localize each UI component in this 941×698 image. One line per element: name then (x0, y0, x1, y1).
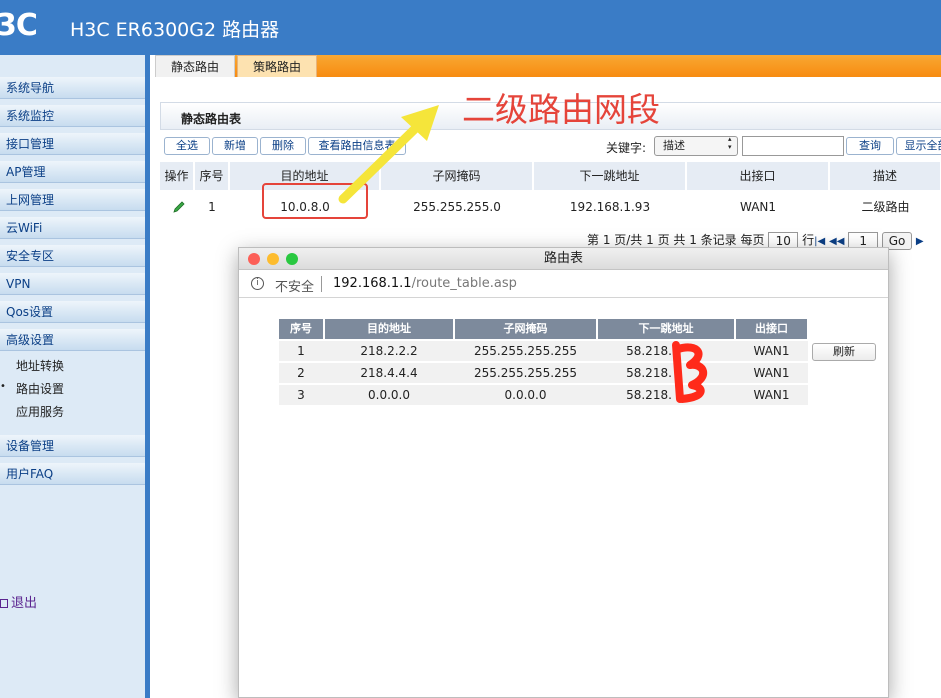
delete-button[interactable]: 删除 (260, 137, 306, 155)
sidebar-sub-routing[interactable]: 路由设置 (16, 380, 64, 397)
col-header-nexthop: 下一跳地址 (534, 162, 686, 190)
annotation-label: 二级路由网段 (462, 90, 660, 129)
annotation-arrow-icon (338, 105, 439, 204)
product-title: H3C ER6300G2 路由器 (70, 19, 280, 41)
maximize-window-icon[interactable] (286, 253, 298, 265)
col-header-action: 操作 (160, 162, 194, 190)
tab-bar: 静态路由 策略路由 (155, 55, 941, 77)
sidebar-item-qos[interactable]: Qos设置 (0, 301, 145, 323)
url-host: 192.168.1.1 (333, 276, 412, 291)
popup-col-nexthop: 下一跳地址 (598, 319, 734, 339)
address-bar[interactable]: i 不安全 192.168.1.1/route_table.asp (239, 271, 888, 298)
sidebar-sub-app-service[interactable]: 应用服务 (16, 403, 64, 420)
popup-cell: 0.0.0.0 (368, 388, 410, 402)
first-page-icon[interactable]: |◀ (814, 236, 825, 247)
popup-titlebar: 路由表 (239, 248, 888, 270)
exit-label: 退出 (11, 596, 38, 611)
url-separator (321, 276, 322, 292)
popup-cell: 1 (297, 344, 305, 358)
table-title: 静态路由表 (181, 112, 242, 126)
app-header: 3C H3C ER6300G2 路由器 (0, 0, 941, 55)
query-button[interactable]: 查询 (846, 137, 894, 155)
sidebar-item-faq[interactable]: 用户FAQ (0, 463, 145, 485)
select-all-button[interactable]: 全选 (164, 137, 210, 155)
sidebar-item-system-monitor[interactable]: 系统监控 (0, 105, 145, 127)
tab-policy-route[interactable]: 策略路由 (237, 55, 317, 77)
info-icon[interactable]: i (251, 277, 264, 290)
close-window-icon[interactable] (248, 253, 260, 265)
popup-col-mask: 子网掩码 (455, 319, 596, 339)
show-all-button[interactable]: 显示全部 (896, 137, 941, 155)
sidebar-sub-nat[interactable]: 地址转换 (16, 357, 64, 374)
refresh-button[interactable]: 刷新 (812, 343, 876, 361)
add-button[interactable]: 新增 (212, 137, 258, 155)
sidebar-item-vpn[interactable]: VPN (0, 273, 145, 295)
popup-cell: 255.255.255.255 (473, 344, 578, 358)
popup-cell: 218.4.4.4 (360, 366, 418, 380)
minimize-window-icon[interactable] (267, 253, 279, 265)
active-bullet-icon: • (0, 381, 6, 392)
edit-pencil-icon[interactable] (172, 200, 186, 214)
pager-rows-label: 行 (802, 233, 815, 247)
row-nexthop: 192.168.1.93 (569, 200, 651, 214)
popup-cell: 3 (297, 388, 305, 402)
popup-col-index: 序号 (279, 319, 323, 339)
sidebar: 系统导航 系统监控 接口管理 AP管理 上网管理 云WiFi 安全专区 VPN … (0, 55, 150, 698)
tab-static-route[interactable]: 静态路由 (155, 55, 235, 77)
sidebar-item-device[interactable]: 设备管理 (0, 435, 145, 457)
popup-cell: 2 (297, 366, 305, 380)
keyword-label: 关键字: (606, 141, 647, 155)
keyword-select[interactable]: 描述 (654, 135, 738, 156)
sidebar-item-ap[interactable]: AP管理 (0, 161, 145, 183)
popup-cell: WAN1 (753, 388, 790, 402)
popup-col-dest: 目的地址 (325, 319, 453, 339)
url-path: /route_table.asp (411, 276, 517, 291)
row-desc: 二级路由 (861, 200, 910, 214)
exit-link[interactable]: 退出 (0, 592, 37, 611)
col-header-iface: 出接口 (687, 162, 829, 190)
row-iface: WAN1 (739, 200, 777, 214)
sidebar-item-system-nav[interactable]: 系统导航 (0, 77, 145, 99)
popup-cell: 0.0.0.0 (504, 388, 547, 402)
sidebar-item-internet[interactable]: 上网管理 (0, 189, 145, 211)
exit-icon (0, 599, 8, 608)
col-header-index: 序号 (195, 162, 229, 190)
sidebar-item-cloud-wifi[interactable]: 云WiFi (0, 217, 145, 239)
toolbar: 全选 新增 删除 查看路由信息表 关键字: 描述 查询 显示全部 (160, 135, 941, 159)
keyword-input[interactable] (742, 136, 844, 156)
popup-cell: 218.2.2.2 (360, 344, 418, 358)
popup-cell: WAN1 (753, 344, 790, 358)
prev-page-icon[interactable]: ◀◀ (829, 236, 844, 247)
popup-title: 路由表 (543, 251, 583, 266)
insecure-label: 不安全 (275, 280, 315, 295)
popup-cell: WAN1 (753, 366, 790, 380)
url-text: 192.168.1.1/route_table.asp (333, 276, 517, 291)
row-index: 1 (208, 200, 216, 214)
next-page-icon[interactable]: ▶ (916, 236, 924, 247)
col-header-desc: 描述 (830, 162, 941, 190)
popup-cell: 255.255.255.255 (473, 366, 578, 380)
popup-col-iface: 出接口 (736, 319, 807, 339)
pager-text: 第 1 页/共 1 页 共 1 条记录 每页 (587, 233, 765, 247)
sidebar-item-interface[interactable]: 接口管理 (0, 133, 145, 155)
redaction-scribble-icon (672, 341, 707, 403)
h3c-logo: 3C (0, 8, 38, 43)
sidebar-item-advanced[interactable]: 高级设置 (0, 329, 145, 351)
route-table-popup: 路由表 i 不安全 192.168.1.1/route_table.asp 序号… (238, 247, 889, 698)
sidebar-item-security[interactable]: 安全专区 (0, 245, 145, 267)
